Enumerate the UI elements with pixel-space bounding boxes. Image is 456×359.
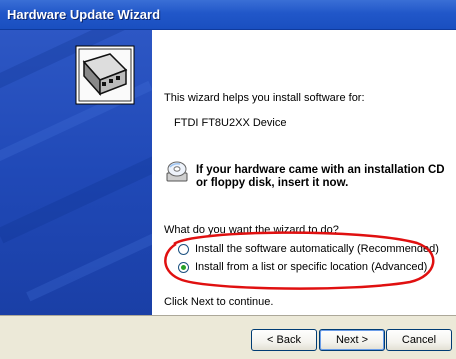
continue-hint: Click Next to continue. [164, 296, 274, 308]
cd-prompt-line2: or floppy disk, insert it now. [196, 177, 349, 189]
device-name: FTDI FT8U2XX Device [174, 117, 287, 129]
wizard-window: Hardware Update Wizard This wizard helps… [0, 0, 456, 359]
option-install-automatically[interactable]: Install the software automatically (Reco… [178, 243, 439, 255]
option-install-from-list[interactable]: Install from a list or specific location… [178, 261, 427, 273]
radio-install-from-list[interactable] [178, 261, 189, 273]
cancel-button[interactable]: Cancel [386, 329, 452, 351]
window-title: Hardware Update Wizard [7, 7, 161, 22]
back-button[interactable]: < Back [251, 329, 317, 351]
hardware-card-icon [0, 30, 152, 302]
intro-text: This wizard helps you install software f… [164, 92, 365, 104]
side-panel [0, 30, 152, 315]
cd-disk-icon [166, 161, 188, 182]
content-panel: This wizard helps you install software f… [152, 30, 456, 315]
option-label-list: Install from a list or specific location… [195, 261, 428, 273]
title-bar[interactable]: Hardware Update Wizard [0, 0, 456, 30]
next-button[interactable]: Next > [319, 329, 385, 351]
question-text: What do you want the wizard to do? [164, 224, 339, 236]
radio-install-automatically[interactable] [178, 243, 189, 255]
cd-prompt-line1: If your hardware came with an installati… [196, 164, 445, 176]
cd-prompt: If your hardware came with an installati… [196, 164, 445, 190]
option-label-automatic: Install the software automatically (Reco… [195, 243, 439, 255]
footer: < Back Next > Cancel [0, 315, 456, 359]
